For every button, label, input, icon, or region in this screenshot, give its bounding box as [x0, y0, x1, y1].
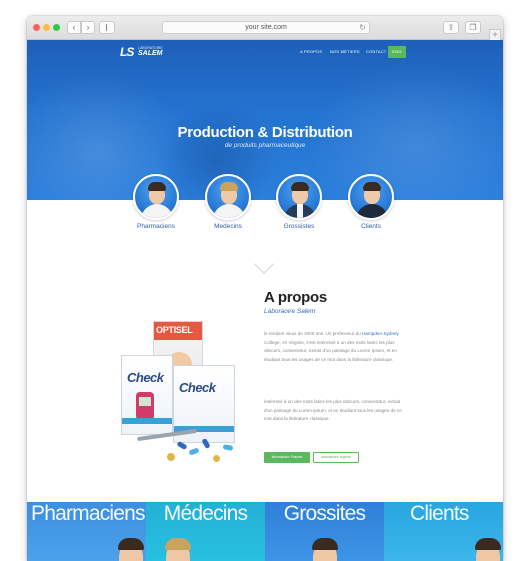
- hero-title: Production & Distribution: [177, 124, 353, 141]
- avatar-grossistes[interactable]: [276, 174, 322, 220]
- close-window-button[interactable]: [33, 24, 40, 31]
- nav-item-metiers[interactable]: NOS MÉTIERS: [330, 46, 360, 58]
- address-bar[interactable]: your site.com ↻: [162, 21, 370, 34]
- card-portrait-hair: [118, 538, 144, 550]
- audience-link-grossistes[interactable]: Grossistes: [269, 223, 329, 230]
- box-brand-label: Check: [179, 380, 216, 395]
- avatar-body: [284, 204, 316, 218]
- minimize-window-button[interactable]: [43, 24, 50, 31]
- browser-window: ‹ › your site.com ↻ ⇪ ❐ + LS LABORATOIRE…: [27, 16, 503, 561]
- laboratoire-algerie-button[interactable]: laboratoire algerie: [313, 452, 359, 463]
- audience-link-medecins[interactable]: Medecins: [198, 223, 258, 230]
- logo-name: SALEM: [138, 50, 163, 57]
- avatar-clients[interactable]: [348, 174, 394, 220]
- chevron-down-icon[interactable]: [254, 254, 274, 274]
- avatar-hair: [363, 182, 381, 191]
- card-label: Médecins: [163, 502, 248, 525]
- avatar-hair: [220, 182, 238, 191]
- forward-icon[interactable]: ›: [81, 21, 95, 34]
- avatar-body: [356, 204, 388, 218]
- card-label: Clients: [410, 502, 469, 525]
- share-icon[interactable]: ⇪: [443, 21, 459, 34]
- softgel: [167, 453, 175, 461]
- back-icon[interactable]: ‹: [67, 21, 81, 34]
- nav-item-contact[interactable]: CONTACT: [366, 46, 386, 58]
- about-paragraph: intéressé à un des mots latins les plus …: [264, 399, 402, 422]
- nav-item-apropos[interactable]: A PROPOS: [300, 46, 322, 58]
- card-portrait-hair: [165, 538, 191, 550]
- avatar-medecins[interactable]: [205, 174, 251, 220]
- card-label: Grossites: [283, 502, 366, 525]
- card-portrait-hair: [475, 538, 501, 550]
- box-brand-label: Check: [127, 370, 164, 385]
- product-image: OPTISEL Check Check: [117, 315, 247, 465]
- box-brand-label: OPTISEL: [156, 325, 193, 335]
- audience-link-pharmaciens[interactable]: Pharmaciens: [126, 223, 186, 230]
- zoom-window-button[interactable]: [53, 24, 60, 31]
- hero-subtitle: de produits pharmaceutique: [224, 142, 306, 149]
- sidebar-icon[interactable]: [99, 21, 115, 34]
- product-box-check: Check: [121, 355, 173, 435]
- audience-cards: Pharmaciens Médecins Grossites Clients: [27, 502, 503, 561]
- card-portrait-hair: [312, 538, 338, 550]
- hero-section: LS LABORATOIRE SALEM A PROPOS NOS MÉTIER…: [27, 40, 503, 200]
- avatar-body: [213, 204, 245, 218]
- browser-toolbar: ‹ › your site.com ↻ ⇪ ❐ +: [27, 16, 503, 41]
- logo-mark: LS: [120, 45, 134, 59]
- capsule: [222, 444, 234, 451]
- audience-link-clients[interactable]: Clients: [341, 223, 401, 230]
- about-link[interactable]: Hampden-Sydney: [362, 331, 399, 336]
- about-subtitle: Laboraoire Salem: [264, 308, 316, 315]
- web-page: LS LABORATOIRE SALEM A PROPOS NOS MÉTIER…: [27, 40, 503, 561]
- glucose-meter: [136, 392, 154, 420]
- capsule: [188, 447, 200, 456]
- about-paragraph: le rendant vieux de 2000 ans. Un profess…: [264, 330, 404, 364]
- avatar-body: [141, 204, 173, 218]
- about-title: A propos: [264, 289, 327, 306]
- avatar-hair: [148, 182, 166, 191]
- card-medecins[interactable]: Médecins: [146, 502, 265, 561]
- avatar-pharmaciens[interactable]: [133, 174, 179, 220]
- softgel: [213, 455, 220, 462]
- avatar-hair: [291, 182, 309, 191]
- tabs-icon[interactable]: ❐: [465, 21, 481, 34]
- about-text: le rendant vieux de 2000 ans. Un profess…: [264, 331, 363, 336]
- reload-icon[interactable]: ↻: [359, 22, 366, 33]
- language-button[interactable]: ENG: [388, 46, 406, 58]
- card-label: Pharmaciens: [31, 502, 146, 525]
- laboratoire-france-button[interactable]: laboratoire France: [264, 452, 310, 463]
- about-text: College, en Virginie, s'est intéressé à …: [264, 339, 397, 362]
- card-grossites[interactable]: Grossites: [265, 502, 384, 561]
- address-text: your site.com: [245, 24, 287, 31]
- box-stripe: [122, 418, 172, 424]
- card-clients[interactable]: Clients: [384, 502, 503, 561]
- card-pharmaciens[interactable]: Pharmaciens: [27, 502, 146, 561]
